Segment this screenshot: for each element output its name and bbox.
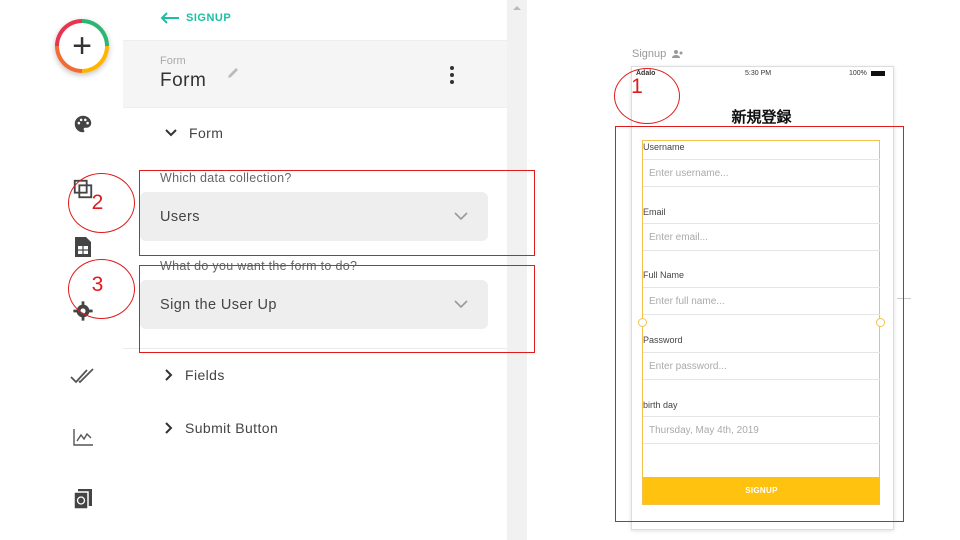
status-time: 5:30 PM bbox=[745, 70, 772, 77]
fields-section-toggle[interactable]: Fields bbox=[165, 364, 225, 386]
annotation-circle-2: 2 bbox=[68, 173, 135, 233]
screen-name-label[interactable]: Signup bbox=[632, 48, 684, 60]
database-icon[interactable] bbox=[70, 234, 96, 260]
annotation-number-2: 2 bbox=[91, 191, 104, 214]
component-name[interactable]: Form bbox=[160, 70, 206, 92]
users-icon bbox=[672, 50, 683, 58]
edit-pencil-icon[interactable] bbox=[226, 66, 240, 85]
chevron-down-icon bbox=[165, 129, 177, 137]
publish-check-icon[interactable] bbox=[70, 364, 96, 390]
annotation-box-1 bbox=[615, 126, 904, 522]
arrow-left-icon bbox=[160, 12, 179, 24]
annotation-box-2 bbox=[139, 170, 535, 256]
submit-button-section-label: Submit Button bbox=[185, 420, 279, 436]
submit-button-section-toggle[interactable]: Submit Button bbox=[165, 417, 278, 439]
documentation-icon[interactable] bbox=[70, 486, 96, 512]
scroll-up-arrow-icon[interactable] bbox=[507, 3, 527, 13]
analytics-icon[interactable] bbox=[70, 424, 96, 450]
more-options-icon[interactable] bbox=[444, 64, 460, 86]
back-label: SIGNUP bbox=[186, 12, 232, 24]
battery-icon bbox=[871, 71, 885, 76]
add-component-button[interactable]: + bbox=[55, 19, 109, 73]
chevron-right-icon bbox=[165, 369, 173, 381]
battery-label: 100% bbox=[849, 70, 867, 77]
component-type-label: Form bbox=[160, 55, 186, 67]
annotation-circle-3: 3 bbox=[68, 259, 135, 319]
screen-name-text: Signup bbox=[632, 48, 667, 60]
annotation-circle-1: 1 bbox=[614, 68, 680, 124]
palette-icon[interactable] bbox=[70, 111, 96, 137]
form-section-label: Form bbox=[189, 125, 224, 141]
plus-icon: + bbox=[59, 23, 105, 69]
chevron-right-icon bbox=[165, 422, 173, 434]
annotation-number-1: 1 bbox=[631, 75, 643, 98]
form-section-toggle[interactable]: Form bbox=[165, 122, 223, 144]
annotation-box-3 bbox=[139, 265, 535, 353]
back-to-screen-link[interactable]: SIGNUP bbox=[160, 8, 231, 28]
fields-section-label: Fields bbox=[185, 367, 225, 383]
annotation-number-3: 3 bbox=[91, 273, 104, 296]
